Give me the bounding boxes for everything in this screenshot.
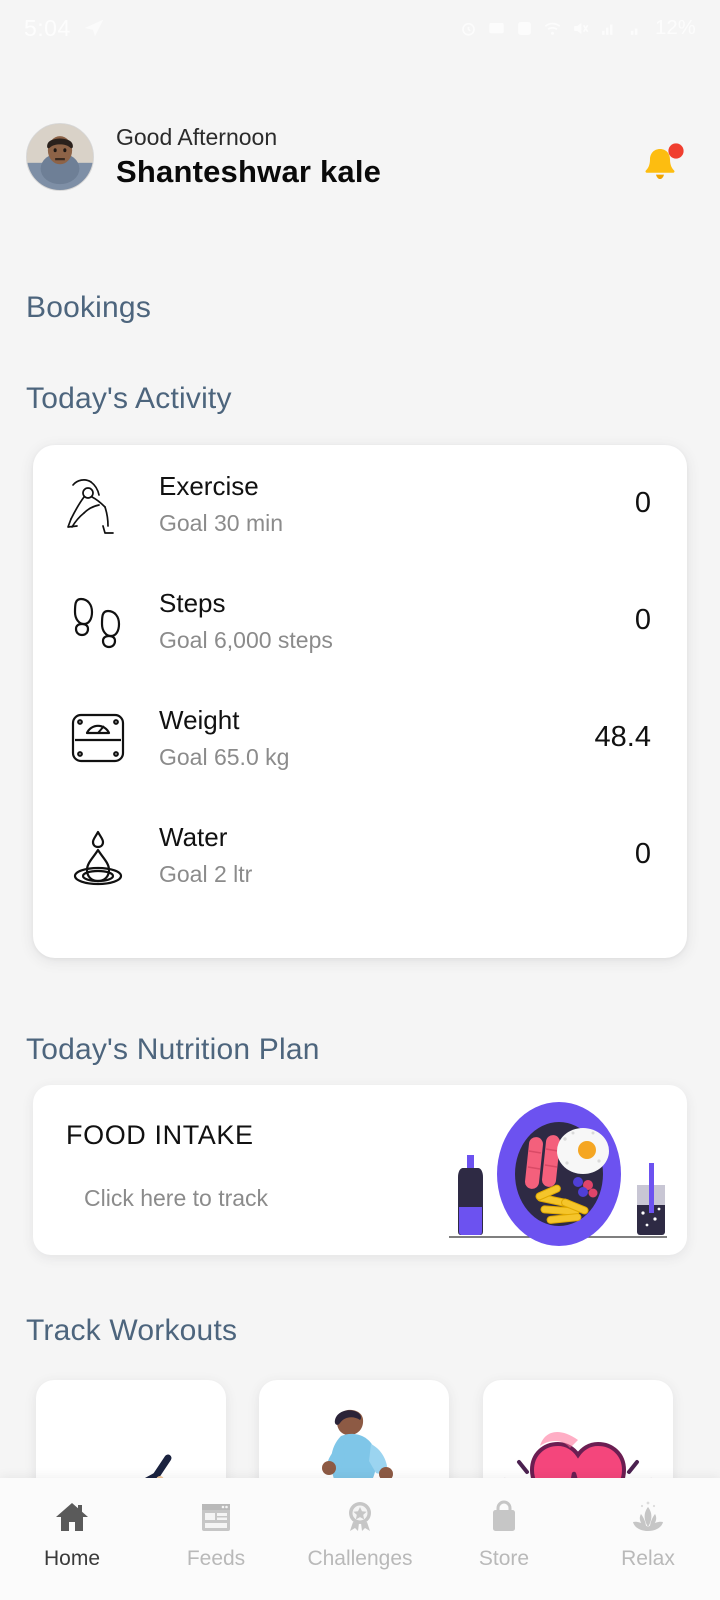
status-time: 5:04 [24,14,71,41]
status-bar: 5:04 12% [0,0,720,56]
nav-label: Feeds [186,1547,246,1570]
notification-icon [515,19,534,38]
food-intake-card[interactable]: FOOD INTAKE Click here to track [33,1085,687,1255]
activity-row-exercise[interactable]: Exercise Goal 30 min 0 [59,445,661,562]
activity-row-steps[interactable]: Steps Goal 6,000 steps 0 [59,562,661,679]
activity-text-water: Water Goal 2 ltr [159,822,635,888]
section-heading-bookings[interactable]: Bookings [26,291,151,325]
activity-text-weight: Weight Goal 65.0 kg [159,705,595,771]
activity-value: 0 [634,604,651,636]
footprints-icon [59,585,137,657]
food-intake-subtitle: Click here to track [84,1185,269,1211]
activity-goal: Goal 2 ltr [159,860,253,887]
nav-item-feeds[interactable]: Feeds [144,1496,288,1571]
greeting-text-block: Good Afternoon Shanteshwar kale [116,124,381,190]
award-medal-icon [339,1496,381,1538]
feeds-icon [195,1496,237,1538]
todays-activity-card: Exercise Goal 30 min 0 Steps Goal 6,000 [33,445,687,958]
send-icon [83,17,105,39]
section-heading-workouts: Track Workouts [26,1314,238,1347]
notification-badge [668,143,684,159]
activity-value: 0 [634,838,651,870]
greeting-label: Good Afternoon [116,124,278,150]
nav-label: Relax [621,1547,675,1570]
nav-label: Home [43,1547,101,1570]
bottom-navigation: Home Feeds Challenges Store Relax [0,1478,720,1600]
wifi-icon [543,19,562,38]
activity-goal: Goal 30 min [159,509,284,536]
activity-goal: Goal 6,000 steps [159,626,333,653]
activity-value: 0 [634,487,651,519]
activity-title: Steps [159,587,226,618]
user-avatar[interactable] [26,123,94,191]
activity-title: Exercise [159,470,259,501]
status-bar-left: 5:04 [24,15,105,42]
status-bar-right: 12% [459,17,696,40]
message-icon [487,19,506,38]
food-plate-illustration [441,1089,673,1251]
nav-item-challenges[interactable]: Challenges [288,1496,432,1571]
activity-title: Water [159,821,228,852]
signal-one-icon [599,19,618,38]
nav-item-store[interactable]: Store [432,1496,576,1571]
section-heading-nutrition: Today's Nutrition Plan [26,1033,320,1066]
activity-text-steps: Steps Goal 6,000 steps [159,588,635,654]
lotus-icon [627,1496,669,1538]
water-drop-icon [59,820,137,890]
notification-bell-button[interactable] [634,134,690,190]
nav-label: Challenges [307,1547,413,1570]
user-name: Shanteshwar kale [116,154,382,189]
section-heading-activity: Today's Activity [26,382,232,415]
activity-goal: Goal 65.0 kg [159,743,290,770]
greeting-header: Good Afternoon Shanteshwar kale [0,118,720,196]
food-intake-title: FOOD INTAKE [66,1120,254,1150]
nav-item-home[interactable]: Home [0,1496,144,1571]
mute-icon [571,19,590,38]
app-root: 5:04 12% Good Afternoon Shanteshwar kale… [0,0,720,1600]
activity-row-weight[interactable]: Weight Goal 65.0 kg 48.4 [59,679,661,796]
nav-item-relax[interactable]: Relax [576,1496,720,1571]
activity-title: Weight [159,704,240,735]
activity-row-water[interactable]: Water Goal 2 ltr 0 [59,796,661,913]
signal-two-icon [627,19,646,38]
activity-value: 48.4 [594,721,651,753]
battery-percent: 12% [655,16,696,39]
activity-text-exercise: Exercise Goal 30 min [159,471,635,537]
nav-label: Store [478,1547,530,1570]
home-icon [51,1496,93,1538]
yoga-stretch-icon [59,469,137,539]
alarm-icon [459,19,478,38]
weighing-scale-icon [59,703,137,773]
shopping-bag-icon [483,1496,525,1538]
